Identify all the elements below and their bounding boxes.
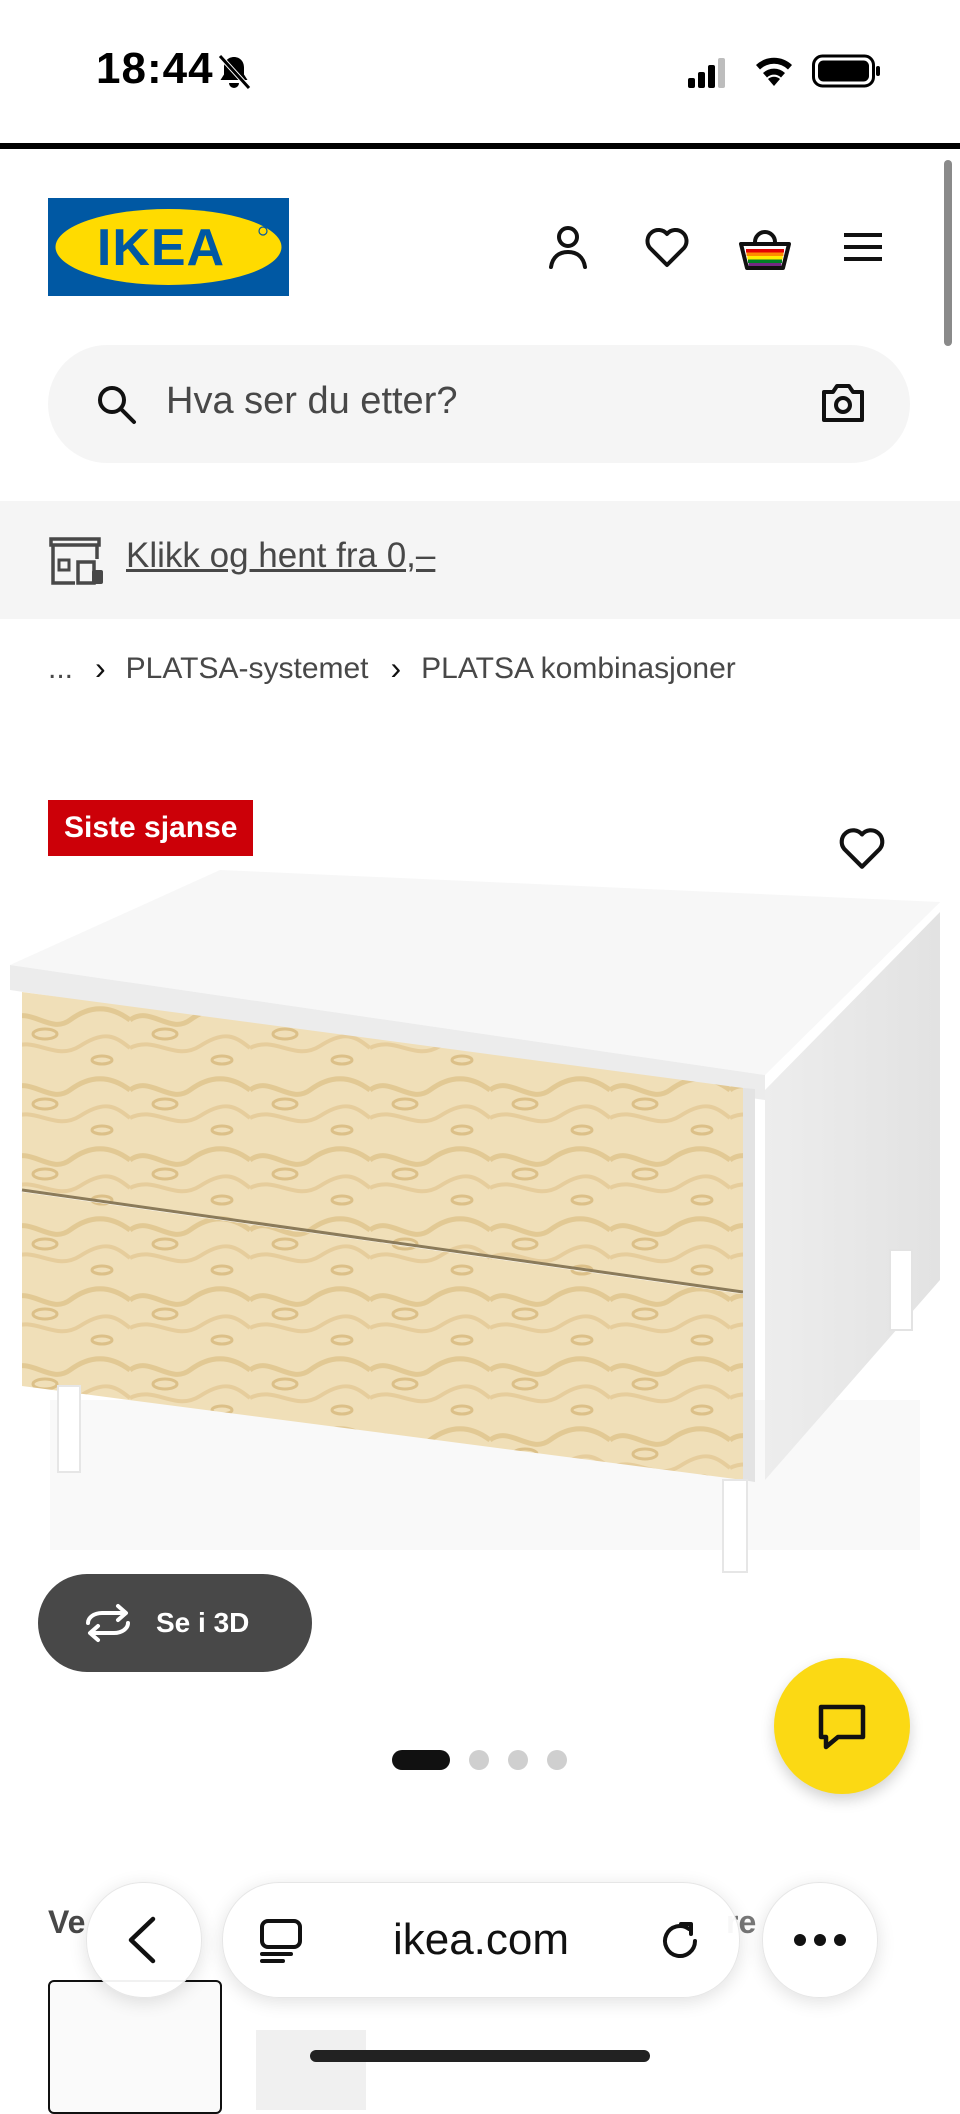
ikea-logo[interactable]: IKEA [48,198,289,296]
account-icon[interactable] [543,222,593,272]
search-input[interactable]: Hva ser du etter? [166,380,457,423]
carousel-dot-2[interactable] [469,1750,489,1770]
camera-icon[interactable] [818,380,868,426]
click-collect-link[interactable]: Klikk og hent fra 0,– [126,536,435,576]
chat-button[interactable] [774,1658,910,1794]
variant-thumbnail[interactable] [48,1980,222,2114]
carousel-dot-3[interactable] [508,1750,528,1770]
chevron-right-icon: › [390,650,402,686]
cellular-signal-icon [688,58,725,88]
rotate-3d-icon [86,1604,130,1642]
carousel-dot-1[interactable] [392,1750,450,1770]
see-in-3d-button[interactable]: Se i 3D [38,1574,312,1672]
top-divider [0,143,960,149]
battery-icon [812,54,880,88]
basket-icon[interactable] [737,220,793,274]
variant-thumbnail[interactable] [256,2030,366,2110]
search-icon[interactable] [94,382,138,426]
browser-address-bar[interactable]: ikea.com [222,1882,740,1998]
variant-heading-fragment: Ve [48,1904,86,1940]
chat-icon [818,1704,866,1750]
heart-icon[interactable] [836,822,888,874]
product-image[interactable] [10,860,950,1600]
menu-icon[interactable] [838,222,888,272]
reload-icon[interactable] [655,1915,705,1965]
see-in-3d-label: Se i 3D [156,1607,250,1638]
carousel-dot-4[interactable] [547,1750,567,1770]
breadcrumb-ellipsis[interactable]: ... [48,652,73,686]
carousel-indicator [392,1750,586,1770]
breadcrumb-item-platsa-system[interactable]: PLATSA-systemet [126,652,369,686]
wishlist-icon[interactable] [642,222,692,272]
browser-more-button[interactable] [762,1882,878,1998]
breadcrumb-item-platsa-combinations[interactable]: PLATSA kombinasjoner [421,652,736,686]
more-icon [794,1934,846,1946]
store-icon [49,537,103,585]
logo-text: IKEA [97,219,225,277]
last-chance-badge: Siste sjanse [48,800,254,856]
browser-back-button[interactable] [86,1882,202,1998]
home-indicator[interactable] [310,2050,650,2062]
chevron-right-icon: › [95,650,106,686]
page-scrollbar[interactable] [944,160,952,346]
status-time: 18:44 [96,44,214,93]
wifi-icon [756,57,792,86]
back-icon [128,1916,156,1964]
bell-slash-icon [218,54,251,90]
breadcrumb: ... › PLATSA-systemet › PLATSA kombinasj… [48,650,736,687]
